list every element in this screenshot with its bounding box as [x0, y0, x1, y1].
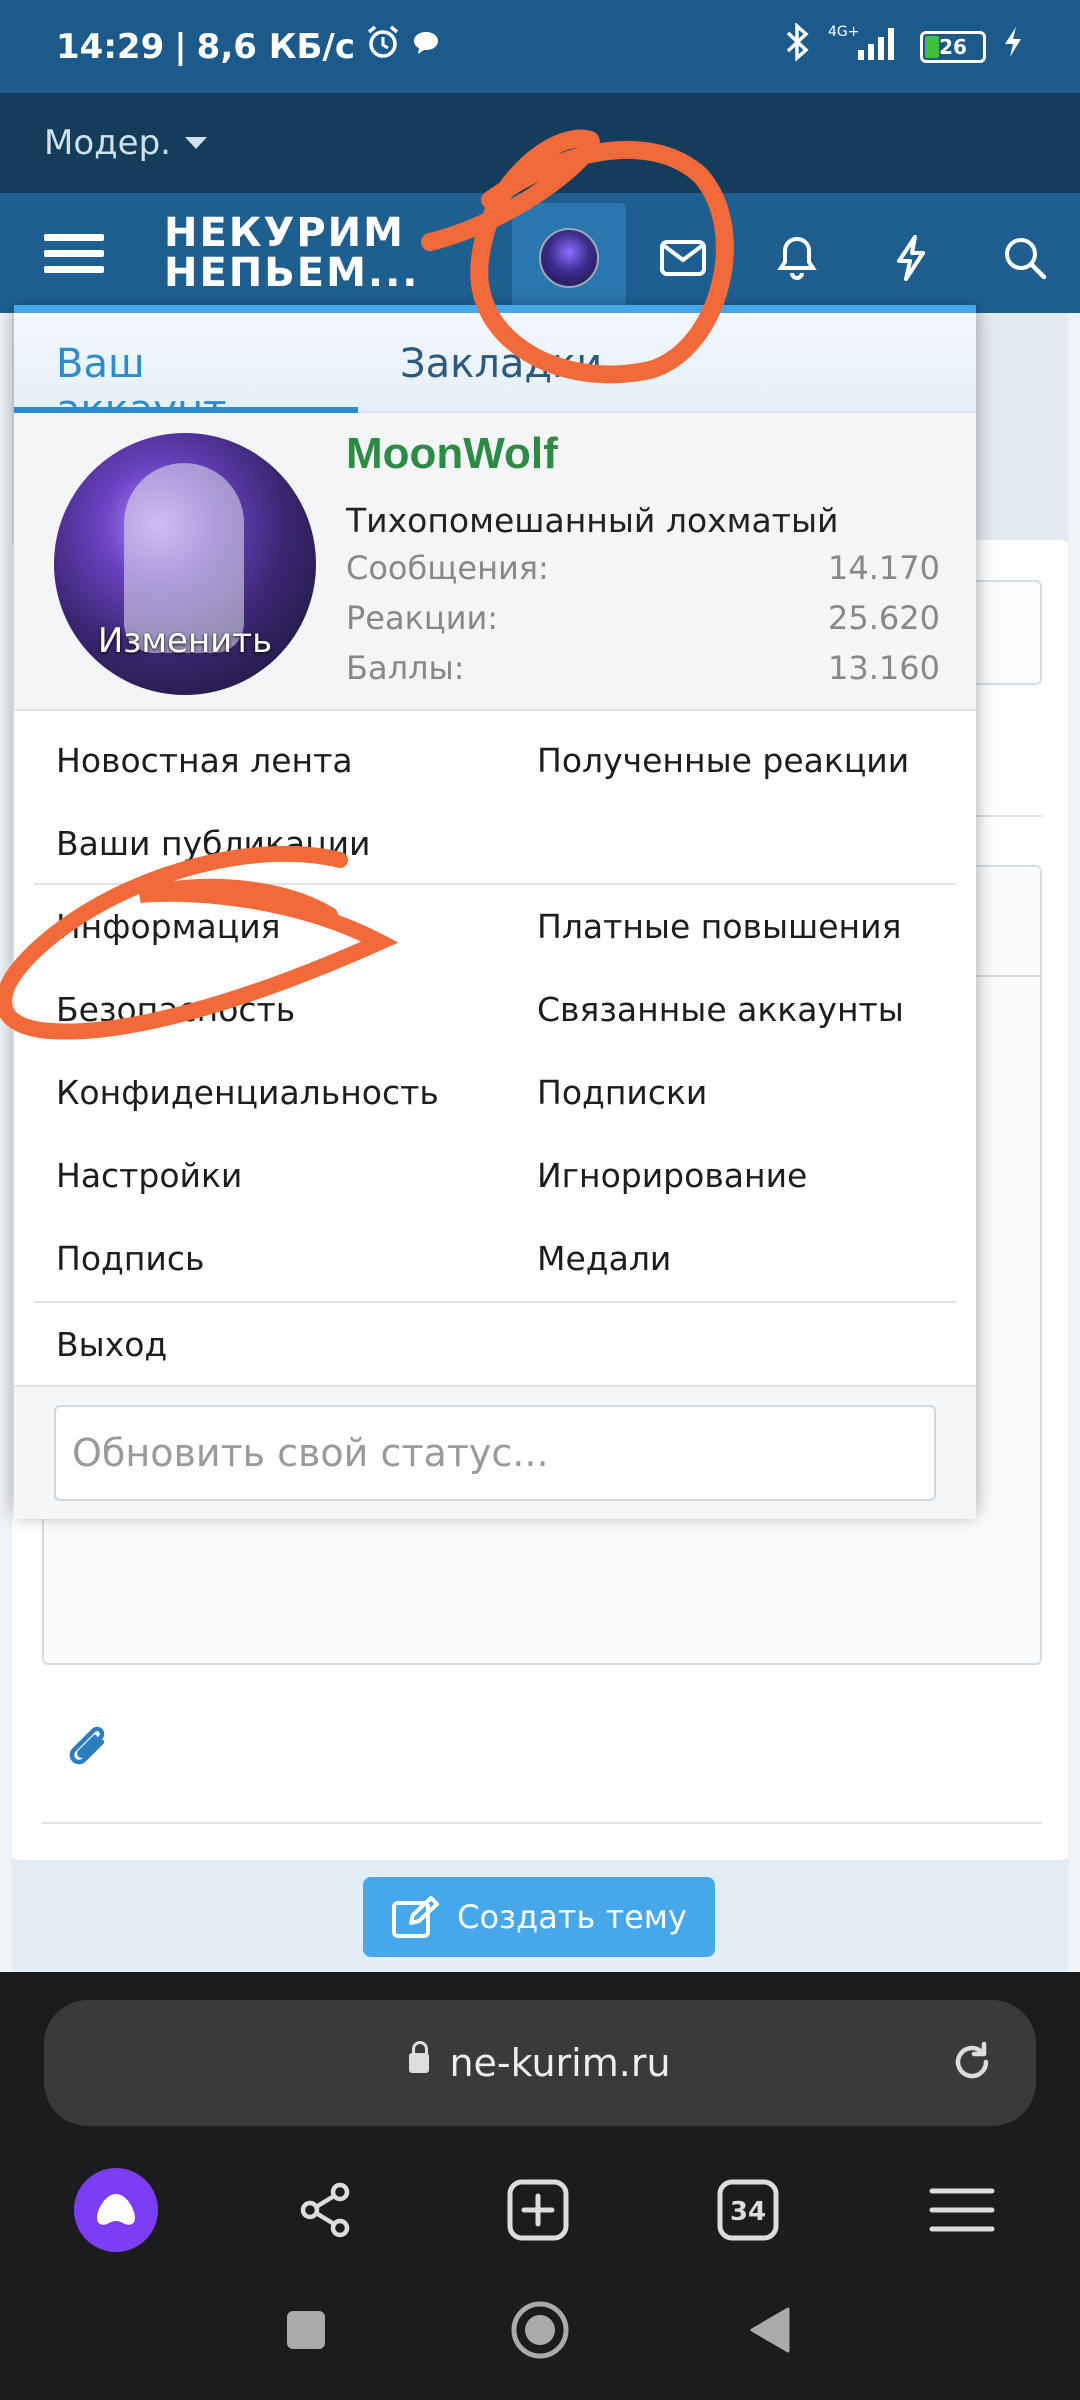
tab-your-account[interactable]: Ваш аккаунт	[14, 313, 358, 433]
recents-button[interactable]	[266, 2290, 346, 2370]
link-security[interactable]: Безопасность	[56, 990, 295, 1029]
hamburger-icon	[929, 2188, 995, 2232]
link-signature[interactable]: Подпись	[56, 1239, 204, 1278]
username[interactable]: MoonWolf	[346, 429, 558, 479]
link-your-publications[interactable]: Ваши публикации	[56, 824, 371, 863]
search-button[interactable]	[968, 203, 1080, 313]
back-button[interactable]	[730, 2290, 810, 2370]
link-received-reactions[interactable]: Полученные реакции	[537, 741, 909, 780]
square-icon	[287, 2311, 325, 2349]
charging-icon	[1002, 25, 1024, 68]
change-avatar-label[interactable]: Изменить	[54, 621, 316, 661]
divider	[34, 883, 956, 885]
bluetooth-icon	[782, 22, 812, 70]
bell-icon	[777, 236, 817, 280]
profile-avatar[interactable]: Изменить	[54, 433, 316, 695]
link-news-feed[interactable]: Новостная лента	[56, 741, 353, 780]
divider	[42, 1822, 1042, 1824]
link-subscriptions[interactable]: Подписки	[537, 1073, 707, 1112]
url-text: ne-kurim.ru	[449, 2041, 671, 2085]
svg-text:4G+: 4G+	[828, 24, 860, 40]
status-update-area	[14, 1385, 976, 1519]
avatar	[539, 228, 599, 288]
divider	[34, 1301, 956, 1303]
link-settings[interactable]: Настройки	[56, 1156, 242, 1195]
link-information[interactable]: Информация	[56, 907, 281, 946]
svg-text:34: 34	[730, 2197, 766, 2227]
clock: 14:29	[56, 26, 165, 67]
tab-bookmarks[interactable]: Закладки	[358, 313, 642, 413]
link-paid-upgrades[interactable]: Платные повышения	[537, 907, 901, 946]
chevron-down-icon	[184, 137, 207, 149]
reload-icon[interactable]	[948, 2038, 996, 2095]
create-thread-button[interactable]: Создать тему	[363, 1877, 715, 1957]
moderator-label: Модер.	[44, 123, 171, 163]
alerts-button[interactable]	[740, 203, 854, 313]
inbox-button[interactable]	[626, 203, 740, 313]
status-bar: 14:29 | 8,6 КБ/с 4G+ 26	[0, 0, 1080, 93]
lock-icon	[409, 2041, 430, 2073]
hamburger-menu-icon[interactable]	[44, 225, 104, 282]
account-menu-tabs: Ваш аккаунт Закладки	[14, 313, 976, 433]
tabs-icon: 34	[717, 2179, 779, 2241]
home-button[interactable]	[500, 2290, 580, 2370]
alice-icon	[97, 2194, 135, 2225]
share-icon	[300, 2182, 350, 2238]
search-icon	[1005, 238, 1047, 280]
system-navigation	[0, 2290, 1080, 2400]
attach-files-button[interactable]	[64, 1718, 114, 1782]
paperclip-icon	[69, 1726, 105, 1765]
address-bar[interactable]: ne-kurim.ru	[44, 2000, 1036, 2126]
link-ignoring[interactable]: Игнорирование	[537, 1156, 807, 1195]
circle-icon	[511, 2301, 569, 2359]
share-button[interactable]	[284, 2168, 368, 2252]
stat-points: Баллы: 13.160	[346, 649, 940, 687]
status-separator: |	[174, 26, 187, 67]
moderator-menu[interactable]: Модер.	[0, 93, 1080, 193]
user-title: Тихопомешанный лохматый	[346, 501, 839, 540]
new-tab-button[interactable]	[496, 2168, 580, 2252]
browser-menu-button[interactable]	[920, 2168, 1004, 2252]
link-privacy[interactable]: Конфиденциальность	[56, 1073, 439, 1112]
plus-square-icon	[507, 2179, 569, 2241]
account-menu: Ваш аккаунт Закладки Изменить MoonWolf Т…	[14, 305, 976, 1519]
lightning-icon	[897, 235, 925, 281]
profile-summary: Изменить MoonWolf Тихопомешанный лохматы…	[14, 413, 976, 711]
stat-reactions: Реакции: 25.620	[346, 599, 940, 637]
edit-icon	[392, 1896, 440, 1938]
battery-indicator: 26	[920, 30, 986, 63]
site-logo[interactable]: НЕКУРИМ НЕПЬЕМ...	[164, 213, 419, 293]
alarm-icon	[365, 24, 401, 69]
network-speed: 8,6 КБ/с	[196, 26, 356, 67]
site-header: НЕКУРИМ НЕПЬЕМ...	[0, 193, 1080, 313]
envelope-icon	[660, 240, 706, 276]
link-medals[interactable]: Медали	[537, 1239, 671, 1278]
alice-assistant-button[interactable]	[74, 2168, 158, 2252]
whats-new-button[interactable]	[854, 203, 968, 313]
account-avatar-button[interactable]	[512, 203, 626, 313]
stat-messages: Сообщения: 14.170	[346, 549, 940, 587]
tabs-button[interactable]: 34	[706, 2168, 790, 2252]
chat-icon	[411, 27, 441, 67]
browser-nav: 34	[0, 2160, 1080, 2260]
signal-icon: 4G+	[828, 22, 904, 71]
back-triangle-icon	[750, 2307, 790, 2353]
link-connected-accounts[interactable]: Связанные аккаунты	[537, 990, 904, 1029]
link-logout[interactable]: Выход	[56, 1325, 167, 1364]
status-input[interactable]	[54, 1405, 936, 1501]
